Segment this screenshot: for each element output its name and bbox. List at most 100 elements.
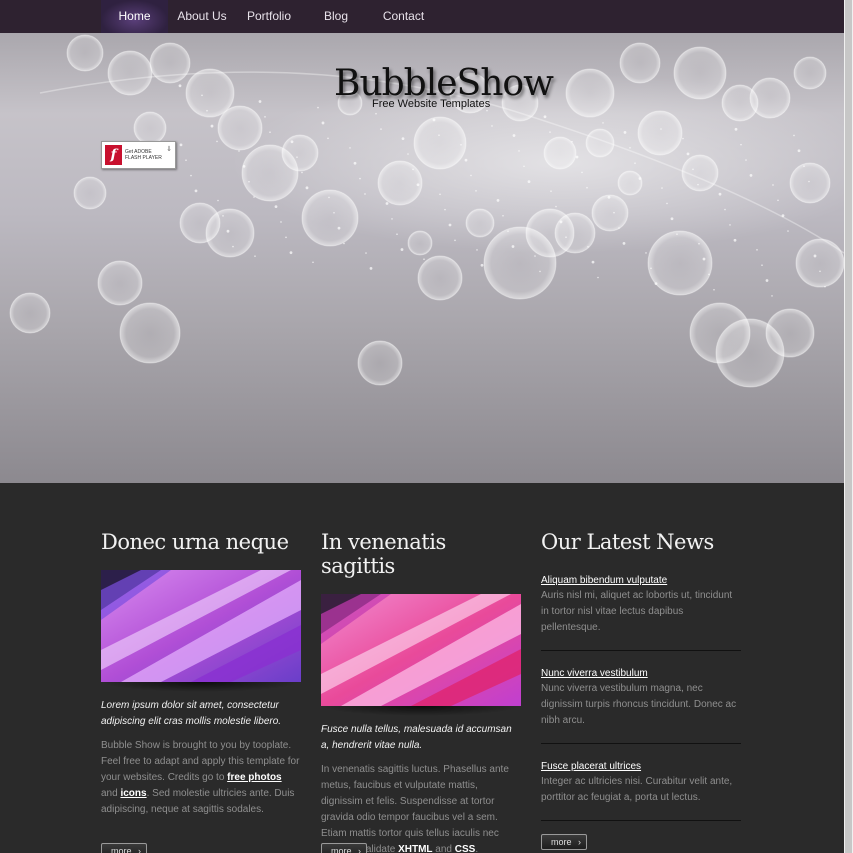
sparkle [190,174,192,177]
bokeh-bubble [617,170,643,196]
sparkle [622,241,626,245]
sparkle [550,190,552,192]
sparkle [543,115,547,119]
column-lead: Lorem ipsum dolor sit amet, consectetur … [101,700,282,727]
sparkle [317,106,319,109]
sparkle [777,199,779,202]
sparkle [793,134,795,137]
bokeh-bubble [73,176,107,210]
bokeh-bubble [543,136,577,170]
sparkle [439,193,441,196]
sparkle [787,230,789,232]
news-item-title[interactable]: Nunc viverra vestibulum [541,668,648,679]
sparkle [523,165,525,168]
sparkle [771,295,773,297]
sparkle [210,124,214,128]
flash-icon: f [105,145,122,165]
bokeh-bubble [119,302,181,364]
sparkle [407,153,409,155]
bokeh-bubble [681,154,719,192]
sparkle [364,193,366,195]
sparkle [749,173,753,177]
sparkle [512,134,516,137]
sparkle [432,118,436,122]
chevron-right-icon: › [138,846,141,853]
sparkle [629,146,631,149]
more-button[interactable]: more › [101,843,147,853]
nav-item-about-us[interactable]: About Us [168,0,236,33]
column-body: Bubble Show is brought to you by tooplat… [101,740,300,815]
nav-item-blog[interactable]: Blog [302,0,370,33]
sparkle [702,257,706,261]
sparkle [618,227,620,229]
bokeh-bubble [357,340,403,386]
sparkle [258,100,262,103]
nav-item-home[interactable]: Home [101,0,168,33]
scrollbar-thumb[interactable] [845,0,852,853]
free-photos-link[interactable]: free photos [227,772,281,783]
sparkle [808,180,810,183]
sparkle [708,273,710,276]
sparkle [496,199,500,202]
bokeh-bubble [301,189,359,247]
sparkle [650,267,652,270]
bokeh-bubble [647,230,713,296]
news-title: Our Latest News [541,530,714,554]
nav-item-portfolio[interactable]: Portfolio [236,0,302,33]
sparkle [480,263,484,267]
sparkle [745,159,747,161]
hero-banner: BubbleShow Free Website Templates f Get … [0,33,844,483]
chevron-right-icon: › [358,846,361,853]
sparkle [178,84,182,88]
news-item: Fusce placerat ultrices Integer ac ultri… [541,756,741,821]
sparkle [253,196,255,198]
xhtml-link[interactable]: XHTML [398,844,432,853]
more-button[interactable]: more › [541,834,587,850]
sparkle [464,158,468,162]
sparkle [565,236,567,239]
sparkle [571,140,573,143]
column-venenatis: In venenatis sagittis Fusce nulla tellus… [321,530,521,853]
news-item-title[interactable]: Aliquam bibendum vulputate [541,575,667,586]
sparkle [729,224,731,226]
flash-badge-text: Get ADOBE FLASH PLAYER [125,149,162,161]
nav-item-contact[interactable]: Contact [370,0,437,33]
bokeh-bubble [133,111,167,145]
sparkle [380,128,382,130]
sparkle [254,255,256,257]
news-item-title[interactable]: Fusce placerat ultrices [541,761,641,772]
bokeh-bubble [637,110,683,156]
icons-link[interactable]: icons [120,788,146,799]
sparkle [559,220,563,224]
bokeh-bubble [591,194,629,232]
bokeh-bubble [585,128,615,158]
sparkle [201,94,203,97]
more-button[interactable]: more › [321,843,367,853]
sparkle [660,128,662,130]
sparkle [733,238,737,242]
sparkle [274,205,278,209]
sparkle [586,186,588,189]
scrollbar[interactable] [844,0,853,853]
sparkle [476,249,478,251]
sparkle [423,258,425,260]
sparkle [416,183,420,187]
sparkle [813,254,817,258]
sparkle [511,245,515,248]
sparkle [740,143,742,146]
sparkle [602,122,604,124]
sparkle [460,143,462,146]
sparkle [438,134,440,137]
bokeh-bubble [107,50,153,96]
bokeh-bubble [554,212,596,254]
sparkle [654,282,658,286]
sparkle [634,162,636,164]
chevron-right-icon: › [578,837,581,847]
get-flash-player-badge[interactable]: f Get ADOBE FLASH PLAYER ⇓ [101,141,176,169]
css-link[interactable]: CSS [455,844,476,853]
sparkle [734,127,738,131]
sparkle [661,187,663,189]
sparkle [549,131,551,133]
sparkle [216,140,218,143]
sparkle [285,236,287,239]
